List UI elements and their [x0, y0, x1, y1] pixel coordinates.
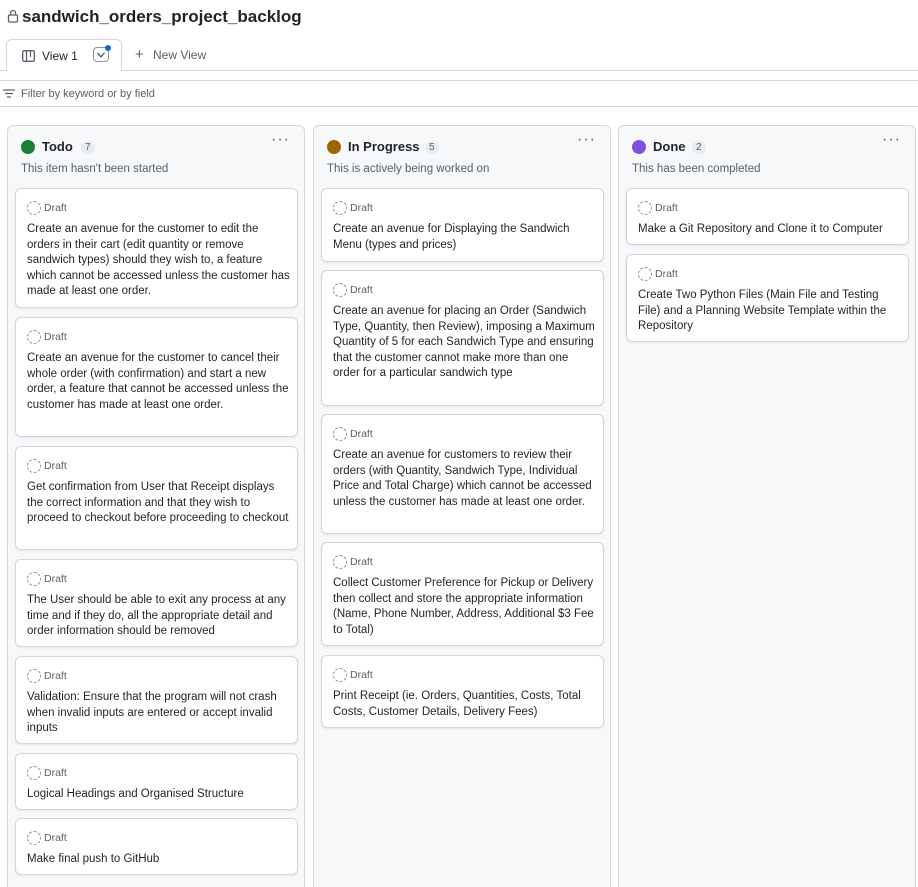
new-view-button[interactable]: + New View: [135, 46, 206, 63]
draft-card[interactable]: Draft Print Receipt (ie. Orders, Quantit…: [321, 655, 604, 728]
card-title[interactable]: Make final push to GitHub: [27, 852, 292, 868]
draft-card[interactable]: Draft Make final push to GitHub: [15, 818, 298, 875]
draft-icon: [333, 283, 347, 297]
draft-card[interactable]: Draft Get confirmation from User that Re…: [15, 446, 298, 550]
column-name: Todo: [42, 139, 73, 154]
card-title[interactable]: Validation: Ensure that the program will…: [27, 690, 292, 737]
kebab-menu-icon[interactable]: ···: [882, 131, 901, 149]
column-count-badge: 5: [425, 141, 439, 154]
draft-icon: [333, 427, 347, 441]
draft-card[interactable]: Draft Validation: Ensure that the progra…: [15, 656, 298, 744]
column-name: Done: [653, 139, 686, 154]
column-in-progress: In Progress 5 ··· This is actively being…: [313, 125, 611, 887]
status-dot-icon: [327, 140, 341, 154]
draft-card[interactable]: Draft Logical Headings and Organised Str…: [15, 753, 298, 810]
card-title[interactable]: Create an avenue for Displaying the Sand…: [333, 222, 598, 253]
column-description: This has been completed: [632, 163, 761, 175]
column-todo: Todo 7 ··· This item hasn't been started…: [7, 125, 305, 887]
draft-icon: [27, 459, 41, 473]
draft-icon: [333, 201, 347, 215]
column-done: Done 2 ··· This has been completed Draft…: [618, 125, 916, 887]
card-title[interactable]: Get confirmation from User that Receipt …: [27, 480, 292, 527]
column-header: Todo 7 ··· This item hasn't been started: [8, 126, 304, 184]
draft-icon: [27, 669, 41, 683]
view-tabs-bar: View 1 + New View: [0, 38, 918, 71]
card-title[interactable]: Create an avenue for placing an Order (S…: [333, 304, 598, 382]
card-title[interactable]: Create an avenue for the customer to edi…: [27, 222, 292, 300]
filter-input[interactable]: Filter by keyword or by field: [21, 88, 155, 100]
card-title[interactable]: Print Receipt (ie. Orders, Quantities, C…: [333, 689, 598, 720]
column-description: This item hasn't been started: [21, 163, 169, 175]
card-title[interactable]: Make a Git Repository and Clone it to Co…: [638, 222, 903, 238]
unsaved-indicator-dot: [105, 45, 111, 51]
column-count-badge: 2: [692, 141, 706, 154]
column-header: Done 2 ··· This has been completed: [619, 126, 915, 184]
card-title[interactable]: The User should be able to exit any proc…: [27, 593, 292, 640]
draft-card[interactable]: Draft Create Two Python Files (Main File…: [626, 254, 909, 342]
kebab-menu-icon[interactable]: ···: [271, 131, 290, 149]
draft-icon: [333, 555, 347, 569]
draft-card[interactable]: Draft Make a Git Repository and Clone it…: [626, 188, 909, 245]
filter-icon: [3, 89, 15, 98]
status-dot-icon: [632, 140, 646, 154]
card-title[interactable]: Create Two Python Files (Main File and T…: [638, 288, 903, 335]
board: Todo 7 ··· This item hasn't been started…: [0, 107, 918, 887]
draft-icon: [27, 766, 41, 780]
draft-card[interactable]: Draft Create an avenue for placing an Or…: [321, 270, 604, 406]
tab-view-1-label: View 1: [42, 49, 78, 63]
chevron-down-icon: [97, 52, 105, 58]
column-description: This is actively being worked on: [327, 163, 490, 175]
card-title[interactable]: Collect Customer Preference for Pickup o…: [333, 576, 598, 638]
tab-view-1[interactable]: View 1: [6, 39, 122, 71]
column-header: In Progress 5 ··· This is actively being…: [314, 126, 610, 184]
card-title[interactable]: Create an avenue for the customer to can…: [27, 351, 292, 413]
filter-bar[interactable]: Filter by keyword or by field: [0, 80, 918, 107]
column-count-badge: 7: [81, 141, 95, 154]
card-title[interactable]: Create an avenue for customers to review…: [333, 448, 598, 510]
status-dot-icon: [21, 140, 35, 154]
draft-card[interactable]: Draft Create an avenue for Displaying th…: [321, 188, 604, 262]
draft-icon: [638, 267, 652, 281]
draft-card[interactable]: Draft The User should be able to exit an…: [15, 559, 298, 647]
board-icon: [22, 50, 35, 62]
draft-icon: [27, 572, 41, 586]
new-view-label: New View: [153, 48, 207, 62]
draft-icon: [333, 668, 347, 682]
draft-card[interactable]: Draft Create an avenue for customers to …: [321, 414, 604, 534]
project-title: sandwich_orders_project_backlog: [22, 7, 302, 26]
lock-icon: [7, 9, 19, 23]
draft-icon: [27, 201, 41, 215]
draft-icon: [638, 201, 652, 215]
draft-icon: [27, 330, 41, 344]
draft-icon: [27, 831, 41, 845]
plus-icon: +: [135, 46, 144, 63]
draft-card[interactable]: Draft Create an avenue for the customer …: [15, 188, 298, 308]
draft-card[interactable]: Draft Create an avenue for the customer …: [15, 317, 298, 437]
project-header: sandwich_orders_project_backlog: [0, 0, 918, 40]
draft-card[interactable]: Draft Collect Customer Preference for Pi…: [321, 542, 604, 646]
column-name: In Progress: [348, 139, 420, 154]
kebab-menu-icon[interactable]: ···: [577, 131, 596, 149]
card-title[interactable]: Logical Headings and Organised Structure: [27, 787, 292, 803]
